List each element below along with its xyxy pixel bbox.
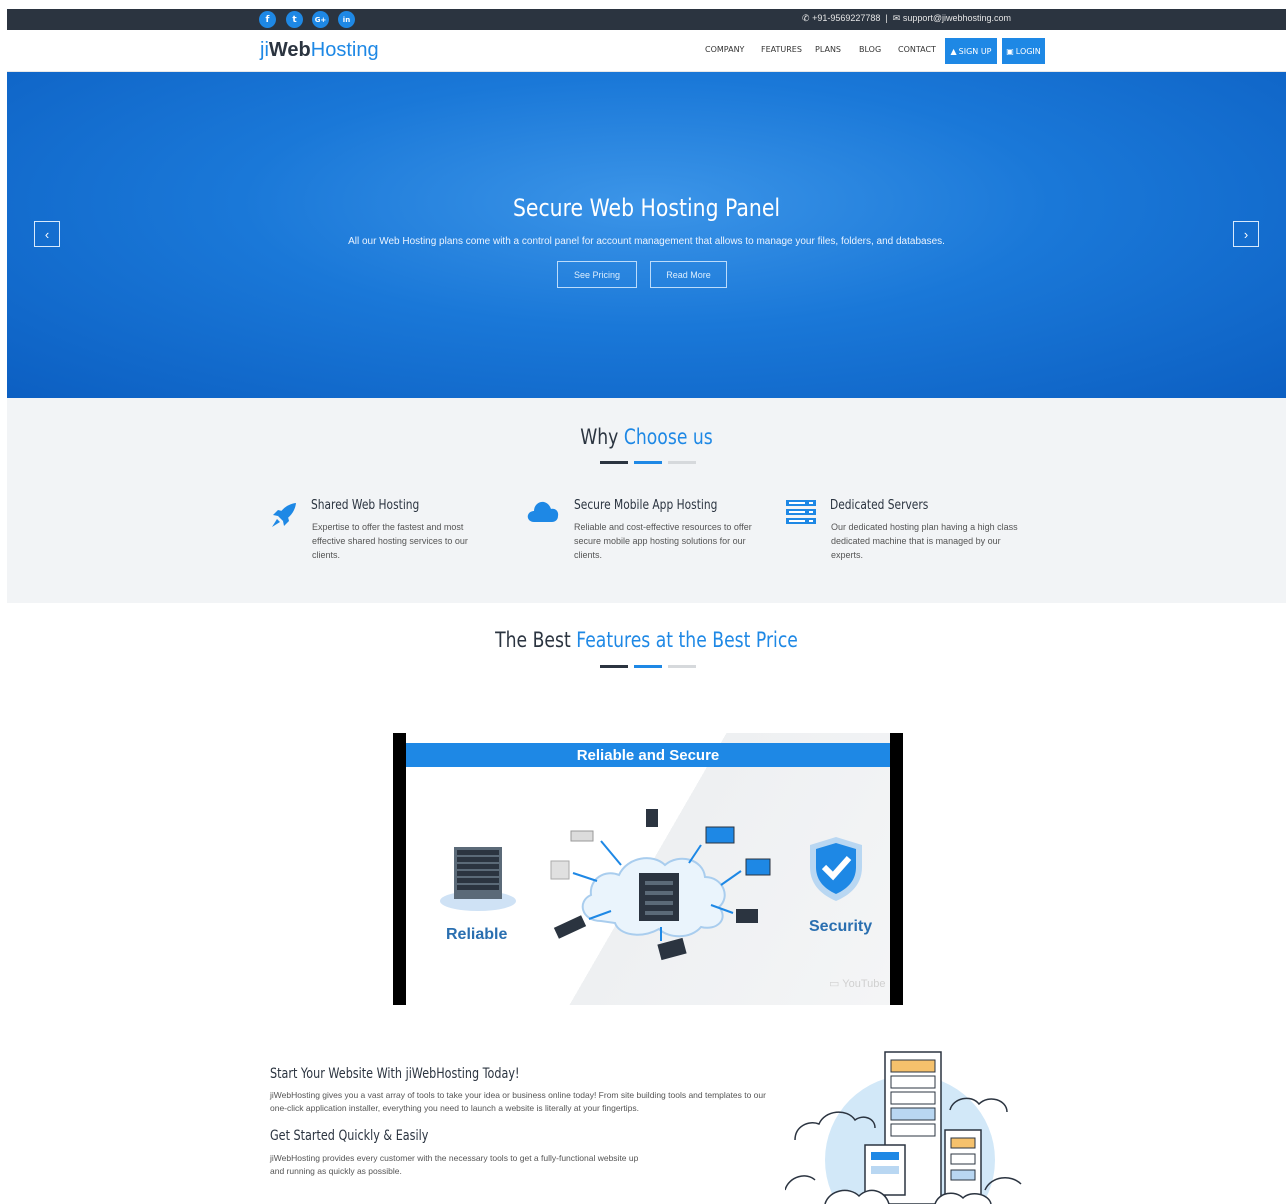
video-frame: Reliable and Secure Reliable Security ▭ …	[406, 733, 890, 1005]
why-choose-us-section: Why Choose us Shared Web Hosting Experti…	[7, 398, 1286, 603]
linkedin-icon[interactable]: in	[338, 11, 355, 28]
site-logo[interactable]: jiWebHosting	[260, 39, 379, 62]
youtube-play-icon: ▭	[829, 978, 840, 990]
underline-bar-accent	[634, 665, 662, 668]
security-label: Security	[809, 918, 873, 935]
feature-desc-mobile: Reliable and cost-effective resources to…	[574, 522, 752, 560]
underline-bar-light	[668, 461, 696, 464]
reliable-label: Reliable	[446, 926, 508, 943]
phone-number[interactable]: +91-9569227788	[812, 13, 880, 23]
facebook-icon[interactable]: f	[259, 11, 276, 28]
hero-title: Secure Web Hosting Panel	[512, 194, 781, 222]
underline-bar-dark	[600, 665, 628, 668]
video-player[interactable]: Reliable and Secure Reliable Security ▭ …	[393, 733, 903, 1005]
why-title-plain: Why	[580, 425, 624, 449]
signup-button[interactable]: ▲ SIGN UP	[945, 38, 997, 64]
login-button[interactable]: ▣ LOGIN	[1002, 38, 1045, 64]
linkedin-glyph: in	[342, 15, 351, 24]
contact-info: ✆ +91-9569227788 | ✉ support@jiwebhostin…	[802, 13, 1011, 24]
hero-slider: ‹ › Secure Web Hosting Panel All our Web…	[7, 72, 1286, 398]
hero-subtitle: All our Web Hosting plans come with a co…	[348, 236, 945, 247]
feature-desc-dedicated: Our dedicated hosting plan having a high…	[831, 522, 1018, 560]
google-plus-glyph: G+	[314, 15, 327, 24]
get-started-text: jiWebHosting provides every customer wit…	[270, 1153, 639, 1176]
get-started-title: Get Started Quickly & Easily	[270, 1128, 429, 1144]
why-title-underline	[600, 461, 696, 464]
video-header: Reliable and Secure	[406, 743, 890, 767]
phone-icon: ✆	[802, 14, 810, 24]
nav-contact[interactable]: CONTACT	[898, 45, 936, 54]
underline-bar-light	[668, 665, 696, 668]
google-plus-icon[interactable]: G+	[312, 11, 329, 28]
server-rack-illustration	[440, 847, 516, 911]
feature-title-shared: Shared Web Hosting	[311, 498, 420, 513]
nav-plans[interactable]: PLANS	[815, 45, 841, 54]
email-address[interactable]: support@jiwebhosting.com	[903, 13, 1011, 23]
email-icon: ✉	[892, 14, 901, 24]
read-more-button[interactable]: Read More	[650, 261, 727, 288]
best-title-accent: Features at the Best Price	[576, 628, 798, 652]
login-label: LOGIN	[1015, 46, 1041, 56]
logo-web: Web	[268, 39, 311, 61]
user-icon: ▲	[950, 46, 957, 56]
main-navbar: jiWebHosting COMPANY FEATURES PLANS BLOG…	[7, 30, 1286, 72]
feature-title-mobile: Secure Mobile App Hosting	[574, 498, 718, 513]
see-pricing-button[interactable]: See Pricing	[557, 261, 637, 288]
server-cloud-illustration	[785, 1051, 1022, 1204]
feature-desc-shared: Expertise to offer the fastest and most …	[312, 522, 468, 560]
start-website-title: Start Your Website With jiWebHosting Tod…	[270, 1066, 520, 1082]
why-title-accent: Choose us	[623, 425, 713, 449]
cloud-network-illustration	[550, 809, 771, 961]
feature-title-dedicated: Dedicated Servers	[830, 498, 929, 513]
lock-icon: ▣	[1006, 46, 1014, 56]
why-title: Why Choose us	[122, 425, 1171, 449]
logo-ji: ji	[260, 39, 269, 61]
best-title-plain: The Best	[495, 628, 577, 652]
best-title-underline	[600, 665, 696, 668]
start-website-text: jiWebHosting gives you a vast array of t…	[270, 1090, 766, 1113]
nav-features[interactable]: FEATURES	[761, 45, 802, 54]
contact-separator: |	[885, 13, 888, 23]
best-features-title: The Best Features at the Best Price	[122, 628, 1171, 652]
underline-bar-accent	[634, 461, 662, 464]
twitter-icon[interactable]: t	[286, 11, 303, 28]
signup-label: SIGN UP	[958, 46, 992, 56]
rocket-icon	[272, 503, 296, 527]
top-bar: f t G+ in ✆ +91-9569227788 | ✉ support@j…	[7, 9, 1286, 30]
underline-bar-dark	[600, 461, 628, 464]
security-shield-icon	[810, 837, 862, 901]
cloud-icon	[527, 501, 559, 522]
nav-company[interactable]: COMPANY	[705, 45, 744, 54]
youtube-watermark[interactable]: ▭ YouTube	[829, 977, 886, 990]
server-icon	[786, 500, 816, 524]
nav-blog[interactable]: BLOG	[859, 45, 881, 54]
logo-hosting: Hosting	[310, 39, 379, 61]
youtube-label: YouTube	[842, 978, 886, 990]
